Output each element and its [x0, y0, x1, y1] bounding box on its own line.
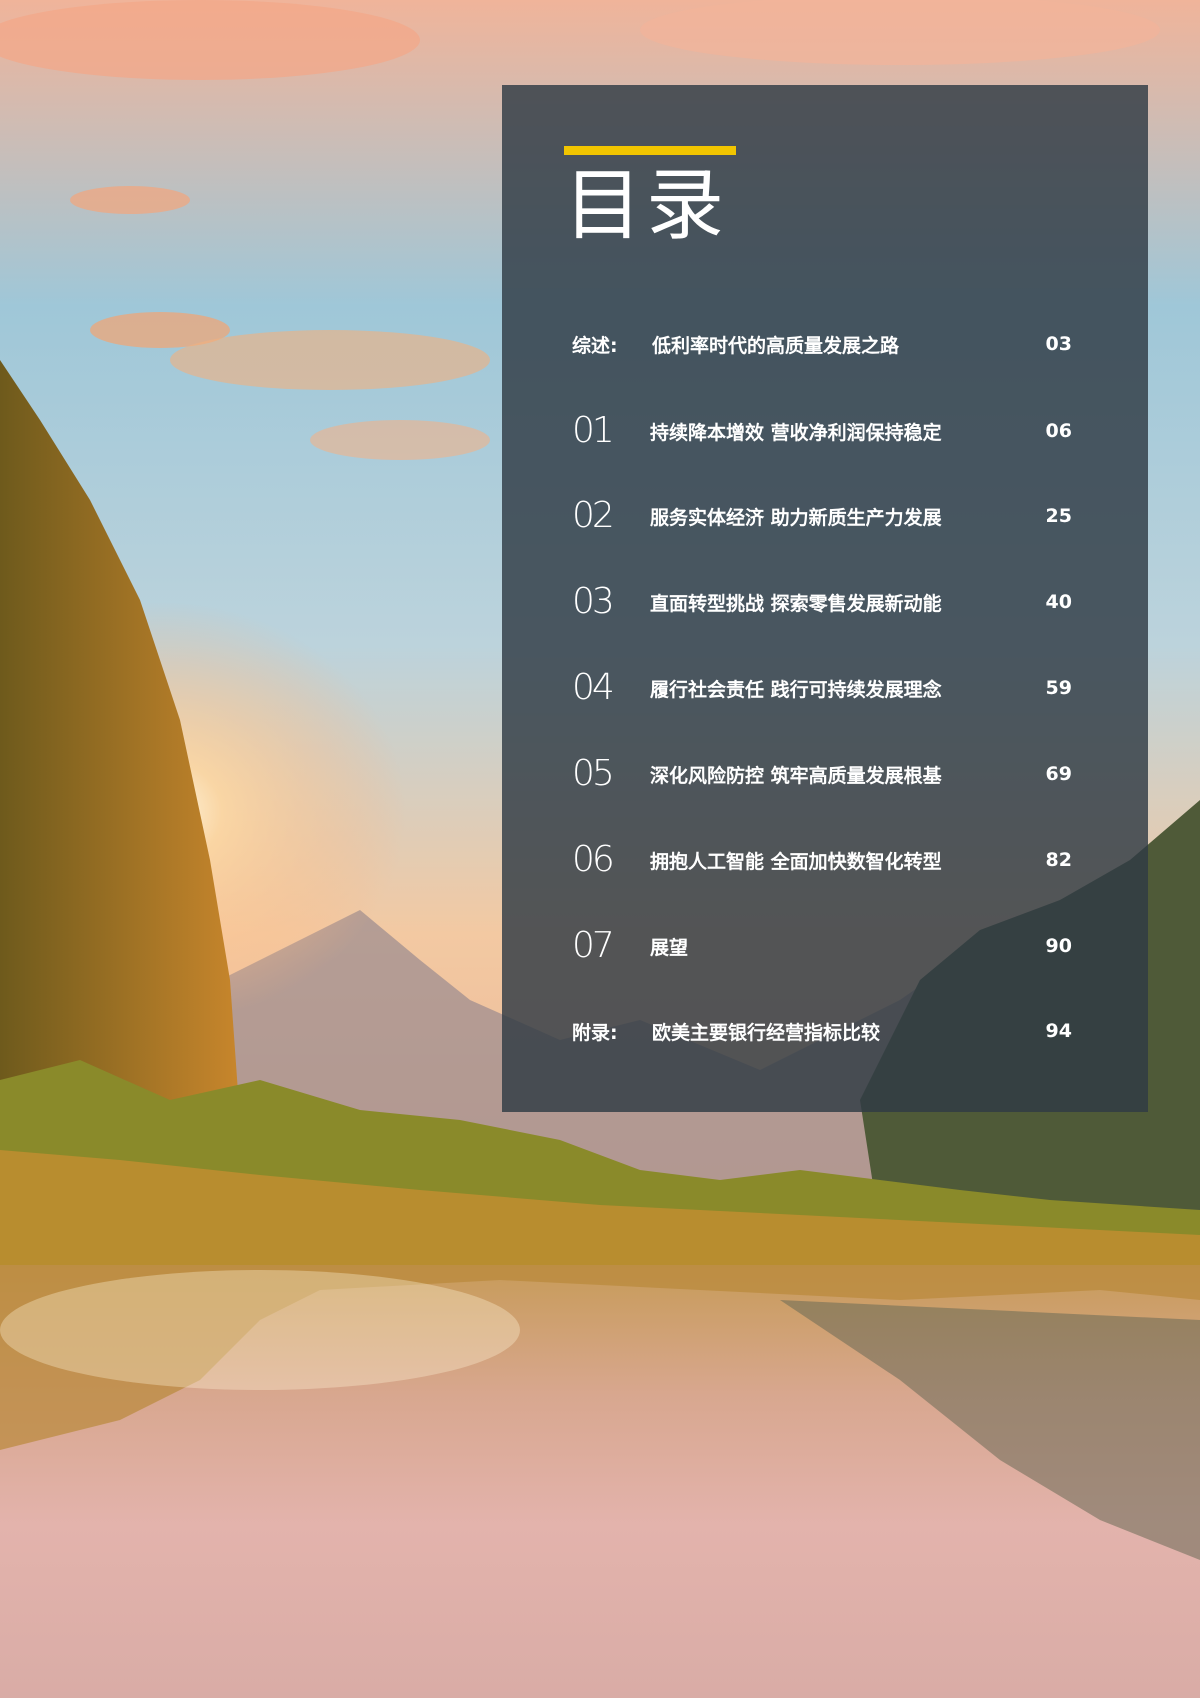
toc-entry-title: 深化风险防控 筑牢高质量发展根基: [650, 764, 942, 787]
toc-chapter-number: 05: [572, 753, 615, 794]
toc-entry-title: 拥抱人工智能 全面加快数智化转型: [650, 850, 942, 873]
toc-entry-page-number: 03: [1045, 333, 1072, 355]
toc-entry-chapter-06[interactable]: 06 拥抱人工智能 全面加快数智化转型 82: [572, 835, 1072, 885]
toc-title: 目录: [564, 161, 729, 251]
toc-entry-title: 直面转型挑战 探索零售发展新动能: [650, 592, 942, 615]
toc-entry-page-number: 94: [1045, 1020, 1072, 1042]
toc-entry-title: 展望: [650, 936, 689, 959]
toc-entry-page-number: 90: [1045, 935, 1072, 957]
toc-chapter-number: 02: [572, 495, 615, 536]
toc-entry-chapter-04[interactable]: 04 履行社会责任 践行可持续发展理念 59: [572, 663, 1072, 713]
toc-entry-chapter-05[interactable]: 05 深化风险防控 筑牢高质量发展根基 69: [572, 749, 1072, 799]
toc-entry-chapter-01[interactable]: 01 持续降本增效 营收净利润保持稳定 06: [572, 406, 1072, 456]
toc-entry-page-number: 69: [1045, 763, 1072, 785]
title-accent-bar: [564, 146, 736, 155]
toc-entry-title: 履行社会责任 践行可持续发展理念: [650, 678, 942, 701]
toc-page: 目录 综述: 低利率时代的高质量发展之路 03 01 持续降本增效 营收净利润保…: [0, 0, 1200, 1698]
toc-chapter-number: 01: [572, 410, 615, 451]
toc-chapter-number: 03: [572, 581, 615, 622]
toc-entry-title: 欧美主要银行经营指标比较: [652, 1021, 881, 1044]
toc-chapter-number: 06: [572, 839, 615, 880]
toc-entry-chapter-03[interactable]: 03 直面转型挑战 探索零售发展新动能 40: [572, 577, 1072, 627]
toc-panel: 目录 综述: 低利率时代的高质量发展之路 03 01 持续降本增效 营收净利润保…: [502, 85, 1148, 1112]
toc-entry-page-number: 82: [1045, 849, 1072, 871]
toc-entry-chapter-07[interactable]: 07 展望 90: [572, 921, 1072, 971]
toc-entry-chapter-02[interactable]: 02 服务实体经济 助力新质生产力发展 25: [572, 491, 1072, 541]
toc-entry-prefix: 附录:: [572, 1021, 618, 1044]
toc-entry-page-number: 40: [1045, 591, 1072, 613]
toc-chapter-number: 04: [572, 667, 615, 708]
toc-entry-title: 持续降本增效 营收净利润保持稳定: [650, 421, 942, 444]
toc-entry-page-number: 06: [1045, 420, 1072, 442]
toc-entry-prefix: 综述:: [572, 334, 618, 357]
toc-entry-title: 低利率时代的高质量发展之路: [652, 334, 900, 357]
toc-entry-page-number: 25: [1045, 505, 1072, 527]
toc-entry-appendix[interactable]: 附录: 欧美主要银行经营指标比较 94: [572, 1006, 1072, 1056]
toc-entry-page-number: 59: [1045, 677, 1072, 699]
toc-entry-title: 服务实体经济 助力新质生产力发展: [650, 506, 942, 529]
toc-entry-overview[interactable]: 综述: 低利率时代的高质量发展之路 03: [572, 319, 1072, 369]
toc-chapter-number: 07: [572, 925, 615, 966]
